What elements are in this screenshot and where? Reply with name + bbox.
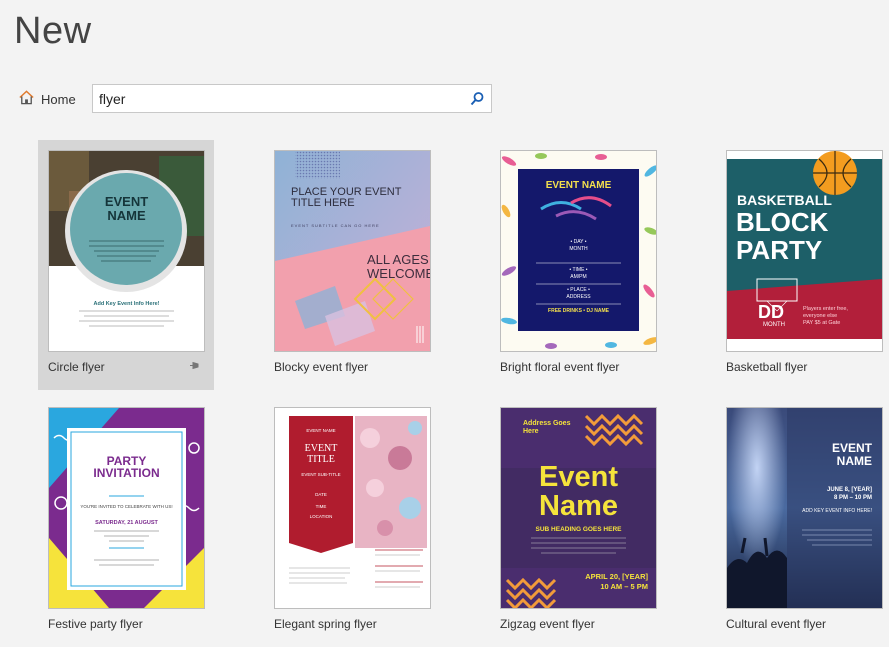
thumb-date: APRIL 20, [YEAR] bbox=[585, 572, 648, 581]
thumb-place-label: • PLACE • bbox=[567, 287, 590, 293]
search-input[interactable] bbox=[93, 90, 463, 107]
template-label: Zigzag event flyer bbox=[500, 617, 595, 631]
thumb-title-line: TITLE bbox=[307, 454, 335, 465]
template-card-festive-party-flyer[interactable]: PARTY INVITATION YOU'RE INVITED TO CELEB… bbox=[38, 397, 214, 647]
thumb-title: EVENT NAME bbox=[545, 180, 612, 191]
thumb-address-line: Address Goes bbox=[523, 420, 571, 427]
thumb-title-line: PARTY bbox=[736, 235, 823, 265]
thumb-address: ADDRESS bbox=[566, 294, 591, 300]
template-card-zigzag-event-flyer[interactable]: Address Goes Here Event Name SUB HEADING… bbox=[490, 397, 666, 647]
thumb-month: MONTH bbox=[763, 322, 785, 328]
thumb-date-line: 8 PM – 10 PM bbox=[833, 495, 872, 501]
home-link[interactable]: Home bbox=[18, 89, 76, 109]
template-label: Blocky event flyer bbox=[274, 360, 369, 374]
thumb-subtitle: EVENT SUBTITLE CAN GO HERE bbox=[291, 223, 380, 228]
template-card-basketball-flyer[interactable]: BASKETBALL BLOCK PARTY DD MONTH Players … bbox=[716, 140, 889, 390]
home-icon bbox=[18, 89, 35, 109]
thumb-day-label: • DAY • bbox=[570, 239, 587, 245]
thumb-welcome-line: WELCOME bbox=[367, 266, 431, 281]
thumb-subheading: SUB HEADING GOES HERE bbox=[535, 526, 622, 533]
search-icon bbox=[470, 92, 483, 106]
thumb-title-line: Event bbox=[539, 461, 618, 493]
template-label: Elegant spring flyer bbox=[274, 617, 377, 631]
template-thumbnail: BASKETBALL BLOCK PARTY DD MONTH Players … bbox=[726, 150, 883, 352]
thumb-date: SATURDAY, 21 AUGUST bbox=[95, 520, 158, 526]
template-thumbnail: PLACE YOUR EVENT TITLE HERE EVENT SUBTIT… bbox=[274, 150, 431, 352]
thumb-title: PLACE YOUR EVENT TITLE HERE bbox=[291, 186, 402, 209]
thumb-footer-heading: Add Key Event Info Here! bbox=[93, 301, 160, 307]
thumb-ampm: AM/PM bbox=[570, 274, 587, 280]
template-card-elegant-spring-flyer[interactable]: EVENT NAME EVENT TITLE EVENT SUB-TITLE D… bbox=[264, 397, 440, 647]
thumb-info: ADD KEY EVENT INFO HERE! bbox=[802, 508, 872, 514]
thumb-drinks: FREE DRINKS • DJ NAME bbox=[548, 308, 609, 314]
thumb-month: MONTH bbox=[569, 246, 588, 252]
template-label: Cultural event flyer bbox=[726, 617, 827, 631]
thumb-location: LOCATION bbox=[309, 514, 333, 519]
template-card-circle-flyer[interactable]: EVENT NAME Add Key Event Info Here! Circ… bbox=[38, 140, 214, 390]
template-label: Basketball flyer bbox=[726, 360, 808, 374]
template-thumbnail: EVENT NAME JUNE 8, [YEAR] 8 PM – 10 PM A… bbox=[726, 407, 883, 609]
template-thumbnail: EVENT NAME Add Key Event Info Here! bbox=[48, 150, 205, 352]
thumb-title-line: NAME bbox=[836, 454, 872, 468]
thumb-subtitle: EVENT SUB-TITLE bbox=[301, 472, 341, 477]
template-card-bright-floral-event-flyer[interactable]: EVENT NAME • DAY • MONTH • TIME • AM/PM … bbox=[490, 140, 666, 390]
thumb-date-big: DD bbox=[758, 302, 784, 322]
thumb-title-line: BASKETBALL bbox=[737, 192, 832, 208]
thumb-time-label: • TIME • bbox=[569, 267, 588, 273]
thumb-title-line: NAME bbox=[107, 208, 146, 223]
search-box bbox=[92, 84, 492, 113]
pin-icon[interactable] bbox=[189, 360, 200, 374]
thumb-invite: YOU'RE INVITED TO CELEBRATE WITH US! bbox=[80, 504, 173, 509]
template-thumbnail: PARTY INVITATION YOU'RE INVITED TO CELEB… bbox=[48, 407, 205, 609]
thumb-title-line: EVENT bbox=[304, 443, 338, 454]
thumb-date-line: JUNE 8, [YEAR] bbox=[826, 487, 872, 493]
thumb-address-line: Here bbox=[523, 428, 539, 435]
thumb-info-line: everyone else bbox=[803, 313, 838, 319]
thumb-date: DATE bbox=[315, 492, 327, 497]
thumb-time: TIME bbox=[315, 504, 327, 509]
thumb-info-line: Players enter free, bbox=[803, 306, 848, 312]
thumb-title-line: EVENT bbox=[104, 194, 149, 209]
page-title: New bbox=[14, 10, 92, 52]
template-card-blocky-event-flyer[interactable]: PLACE YOUR EVENT TITLE HERE EVENT SUBTIT… bbox=[264, 140, 440, 390]
thumb-title-line: Name bbox=[539, 490, 618, 522]
template-thumbnail: EVENT NAME EVENT TITLE EVENT SUB-TITLE D… bbox=[274, 407, 431, 609]
thumb-time: 10 AM – 5 PM bbox=[600, 582, 648, 591]
thumb-top-label: EVENT NAME bbox=[306, 428, 336, 433]
home-label: Home bbox=[41, 91, 76, 107]
template-card-cultural-event-flyer[interactable]: EVENT NAME JUNE 8, [YEAR] 8 PM – 10 PM A… bbox=[716, 397, 889, 647]
thumb-welcome-line: ALL AGES bbox=[367, 252, 429, 267]
template-thumbnail: EVENT NAME • DAY • MONTH • TIME • AM/PM … bbox=[500, 150, 657, 352]
template-label: Circle flyer bbox=[48, 360, 105, 374]
thumb-title-line: BLOCK bbox=[736, 207, 829, 237]
template-thumbnail: Address Goes Here Event Name SUB HEADING… bbox=[500, 407, 657, 609]
template-label: Bright floral event flyer bbox=[500, 360, 620, 374]
thumb-title-line: INVITATION bbox=[93, 466, 160, 480]
search-button[interactable] bbox=[463, 85, 491, 112]
thumb-info-line: PAY $5 at Gate bbox=[803, 320, 841, 326]
template-label: Festive party flyer bbox=[48, 617, 143, 631]
